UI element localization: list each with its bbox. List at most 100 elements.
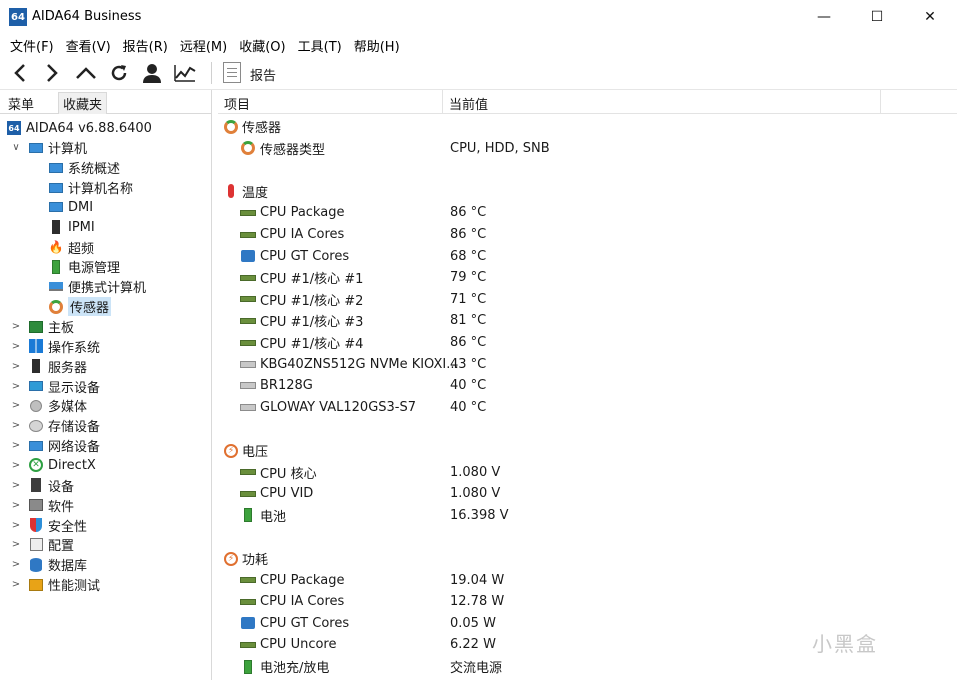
tree-item-label: 电源管理 <box>68 261 121 277</box>
menu-favorites[interactable]: 收藏(O) <box>233 36 291 55</box>
xbox-icon: ✕ <box>28 457 44 473</box>
sensor-group-row[interactable]: ⚡ 功耗 <box>218 548 918 569</box>
tree-item[interactable]: > 多媒体 <box>10 396 87 416</box>
sensor-row[interactable]: KBG40ZNS512G NVMe KIOXI... 43 °C <box>218 354 918 375</box>
tree-item-label: 存储设备 <box>48 420 101 436</box>
chevron-right-icon[interactable]: > <box>10 500 22 511</box>
tree-item[interactable]: IPMI <box>48 217 95 237</box>
tree-item[interactable]: 64 AIDA64 v6.88.6400 <box>6 118 152 138</box>
tree-item[interactable]: 🔥 超频 <box>48 237 95 257</box>
tree-item[interactable]: > 存储设备 <box>10 416 100 436</box>
tree-item[interactable]: > 主板 <box>10 317 74 337</box>
chart-icon[interactable] <box>171 60 199 86</box>
tree-item[interactable]: > 设备 <box>10 475 74 495</box>
chevron-right-icon[interactable]: > <box>10 460 22 471</box>
sensor-row[interactable]: CPU Package 86 °C <box>218 202 918 223</box>
sensor-row[interactable]: BR128G 40 °C <box>218 375 918 396</box>
forward-icon[interactable] <box>38 60 66 86</box>
chevron-right-icon[interactable]: > <box>10 420 22 431</box>
menu-tools[interactable]: 工具(T) <box>292 36 348 55</box>
sensor-row[interactable]: CPU GT Cores 68 °C <box>218 246 918 267</box>
sensor-row[interactable]: CPU #1/核心 #1 79 °C <box>218 267 918 288</box>
up-icon[interactable] <box>72 60 100 86</box>
tree-item[interactable]: DMI <box>48 197 93 217</box>
sensor-value: 86 °C <box>450 335 487 350</box>
server-icon <box>48 219 64 235</box>
column-divider[interactable] <box>442 90 443 114</box>
chip-icon <box>240 573 256 587</box>
user-icon[interactable] <box>138 60 166 86</box>
sensor-row[interactable]: CPU #1/核心 #2 71 °C <box>218 289 918 310</box>
tree-item[interactable]: > 服务器 <box>10 356 87 376</box>
chevron-right-icon[interactable]: > <box>10 539 22 550</box>
refresh-icon[interactable] <box>105 60 133 86</box>
menu-help[interactable]: 帮助(H) <box>348 36 406 55</box>
back-icon[interactable] <box>6 60 34 86</box>
tree-item[interactable]: > 显示设备 <box>10 376 100 396</box>
sensor-group-row[interactable]: ⚡ 电压 <box>218 440 918 461</box>
column-divider[interactable] <box>880 90 881 114</box>
tree-item[interactable]: ∨ 计算机 <box>10 138 87 158</box>
computer-icon <box>48 160 64 176</box>
chevron-right-icon[interactable]: > <box>10 341 22 352</box>
tree-item[interactable]: 电源管理 <box>48 257 120 277</box>
tree-item[interactable]: 系统概述 <box>48 158 120 178</box>
sensor-row[interactable]: 电池 16.398 V <box>218 505 918 526</box>
sensor-row[interactable]: CPU VID 1.080 V <box>218 483 918 504</box>
sensor-group-row[interactable]: 温度 <box>218 181 918 202</box>
tree-item[interactable]: > 数据库 <box>10 555 87 575</box>
fire-icon: 🔥 <box>48 240 64 255</box>
sensor-name: CPU Uncore <box>260 637 337 653</box>
chevron-right-icon[interactable]: > <box>10 321 22 332</box>
chevron-right-icon[interactable]: > <box>10 480 22 491</box>
sensor-row[interactable]: CPU #1/核心 #4 86 °C <box>218 332 918 353</box>
tab-favorites[interactable]: 收藏夹 <box>58 92 108 114</box>
tree-item[interactable]: > ✕ DirectX <box>10 455 96 475</box>
tree-item[interactable]: > 性能测试 <box>10 575 100 595</box>
minimize-button[interactable]: — <box>800 0 848 34</box>
menu-view[interactable]: 查看(V) <box>60 36 117 55</box>
menu-report[interactable]: 报告(R) <box>117 36 174 55</box>
tree-item[interactable]: > 配置 <box>10 535 74 555</box>
chevron-right-icon[interactable]: > <box>10 559 22 570</box>
tab-menu[interactable]: 菜单 <box>4 92 38 114</box>
chevron-right-icon[interactable]: > <box>10 579 22 590</box>
tree-item[interactable]: > 操作系统 <box>10 336 100 356</box>
sensor-row[interactable]: CPU Package 19.04 W <box>218 570 918 591</box>
tree-item[interactable]: 便携式计算机 <box>48 277 146 297</box>
menu-remote[interactable]: 远程(M) <box>174 36 233 55</box>
tree-item[interactable]: > 网络设备 <box>10 436 100 456</box>
close-button[interactable]: ✕ <box>906 0 954 34</box>
column-item-header[interactable]: 项目 <box>224 94 250 113</box>
chevron-right-icon[interactable]: > <box>10 381 22 392</box>
chip-icon <box>240 595 256 609</box>
chevron-right-icon[interactable]: > <box>10 400 22 411</box>
column-value-header[interactable]: 当前值 <box>449 94 488 113</box>
gpu-icon <box>240 616 256 630</box>
report-icon[interactable] <box>223 62 241 83</box>
sensor-row[interactable]: CPU #1/核心 #3 81 °C <box>218 310 918 331</box>
tree-item[interactable]: 传感器 <box>48 297 112 317</box>
sensor-group-row[interactable]: 传感器 <box>218 116 918 137</box>
chip-icon <box>240 336 256 350</box>
aida64-icon: 64 <box>6 120 22 136</box>
tree-item[interactable]: > 软件 <box>10 495 74 515</box>
tree-item[interactable]: 计算机名称 <box>48 178 133 198</box>
sensor-row[interactable]: GLOWAY VAL120GS3-S7 40 °C <box>218 397 918 418</box>
maximize-button[interactable]: ☐ <box>853 0 901 34</box>
motherboard-icon <box>28 319 44 335</box>
sensor-row[interactable]: CPU 核心 1.080 V <box>218 462 918 483</box>
sensor-row[interactable]: CPU IA Cores 86 °C <box>218 224 918 245</box>
chevron-right-icon[interactable]: > <box>10 520 22 531</box>
sensor-value: 68 °C <box>450 248 487 264</box>
sensor-row[interactable]: 电池充/放电 交流电源 <box>218 656 918 677</box>
chevron-down-icon[interactable]: ∨ <box>10 142 22 153</box>
report-label[interactable]: 报告 <box>250 65 276 84</box>
tree-item[interactable]: > 安全性 <box>10 515 87 535</box>
chevron-right-icon[interactable]: > <box>10 440 22 451</box>
sensor-row[interactable]: 传感器类型 CPU, HDD, SNB <box>218 138 918 159</box>
sensor-value: 43 °C <box>450 356 487 372</box>
menu-file[interactable]: 文件(F) <box>4 36 60 55</box>
sensor-row[interactable]: CPU IA Cores 12.78 W <box>218 591 918 612</box>
chevron-right-icon[interactable]: > <box>10 361 22 372</box>
